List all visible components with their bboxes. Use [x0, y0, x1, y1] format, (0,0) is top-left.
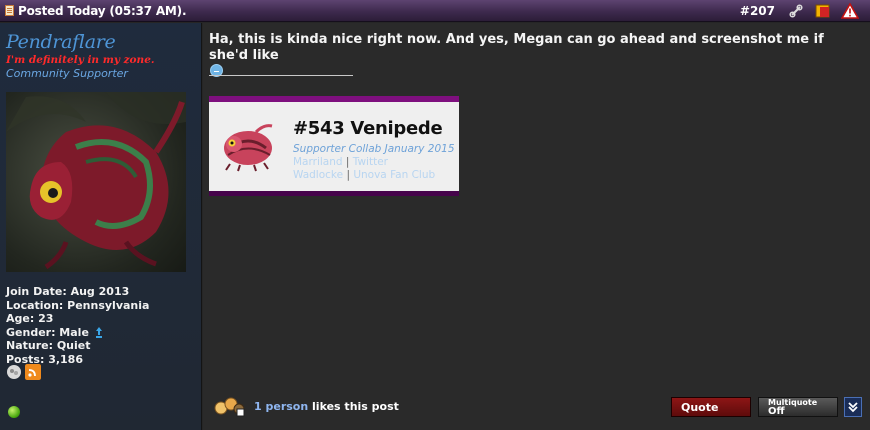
user-stats: Join Date: Aug 2013 Location: Pennsylvan… — [6, 285, 149, 367]
username[interactable]: Pendraflare — [6, 31, 116, 53]
online-status-icon[interactable] — [8, 406, 20, 418]
likes-bar: 1 person likes this post — [213, 395, 399, 417]
signature-title: #543 Venipede — [293, 118, 443, 139]
post-header: Posted Today (05:37 AM). #207 — [0, 0, 870, 22]
user-info-panel: Pendraflare I'm definitely in my zone. C… — [0, 23, 202, 430]
multiquote-state: Off — [768, 406, 785, 417]
signature-lines: Supporter Collab January 2015 Marriland … — [293, 143, 455, 182]
post-number[interactable]: #207 — [740, 4, 775, 18]
link-wadlocke[interactable]: Wadlocke — [293, 169, 343, 181]
multiquote-button[interactable]: Multiquote Off — [758, 397, 838, 417]
post-message: Ha, this is kinda nice right now. And ye… — [209, 32, 859, 80]
link-unova-fan-club[interactable]: Unova Fan Club — [353, 169, 435, 181]
signature-divider — [209, 75, 353, 76]
likes-count-link[interactable]: 1 person — [254, 400, 308, 413]
signature-links-row2: Wadlocke | Unova Fan Club — [293, 169, 455, 182]
gender: Gender: Male — [6, 325, 89, 339]
post-header-actions: #207 — [740, 0, 860, 22]
separator: | — [346, 169, 350, 181]
chevron-double-down-icon — [848, 402, 858, 413]
venipede-sprite-icon — [224, 124, 273, 172]
link-icon[interactable] — [786, 2, 806, 20]
badge-icon[interactable] — [6, 364, 22, 380]
post-icon — [5, 5, 14, 16]
warning-icon[interactable] — [840, 2, 860, 20]
separator: | — [345, 156, 350, 168]
link-marriland[interactable]: Marriland — [293, 156, 343, 168]
gender-row: Gender: Male — [6, 326, 149, 340]
report-icon[interactable] — [813, 2, 833, 20]
signature-subtitle: Supporter Collab January 2015 — [293, 143, 455, 155]
signature-links-row1: Marriland | Twitter — [293, 156, 455, 169]
post-message-text: Ha, this is kinda nice right now. And ye… — [209, 32, 824, 63]
link-twitter[interactable]: Twitter — [353, 156, 388, 168]
post-date: Posted Today (05:37 AM). — [18, 3, 187, 18]
user-icons — [6, 364, 41, 380]
likes-text: likes this post — [312, 399, 399, 413]
quote-button[interactable]: Quote — [671, 397, 751, 417]
avatar[interactable] — [6, 92, 186, 272]
post-body: Ha, this is kinda nice right now. And ye… — [203, 23, 870, 430]
nature: Nature: Quiet — [6, 339, 91, 353]
rss-icon[interactable] — [25, 364, 41, 380]
like-icon[interactable] — [213, 395, 247, 417]
age: Age: 23 — [6, 312, 54, 326]
user-rank: Community Supporter — [6, 67, 128, 80]
signature-card: #543 Venipede Supporter Collab January 2… — [209, 96, 459, 196]
user-title: I'm definitely in my zone. — [6, 54, 155, 66]
location: Location: Pennsylvania — [6, 298, 150, 312]
male-icon — [95, 327, 102, 339]
expand-button[interactable] — [844, 397, 862, 417]
join-date: Join Date: Aug 2013 — [6, 285, 130, 298]
